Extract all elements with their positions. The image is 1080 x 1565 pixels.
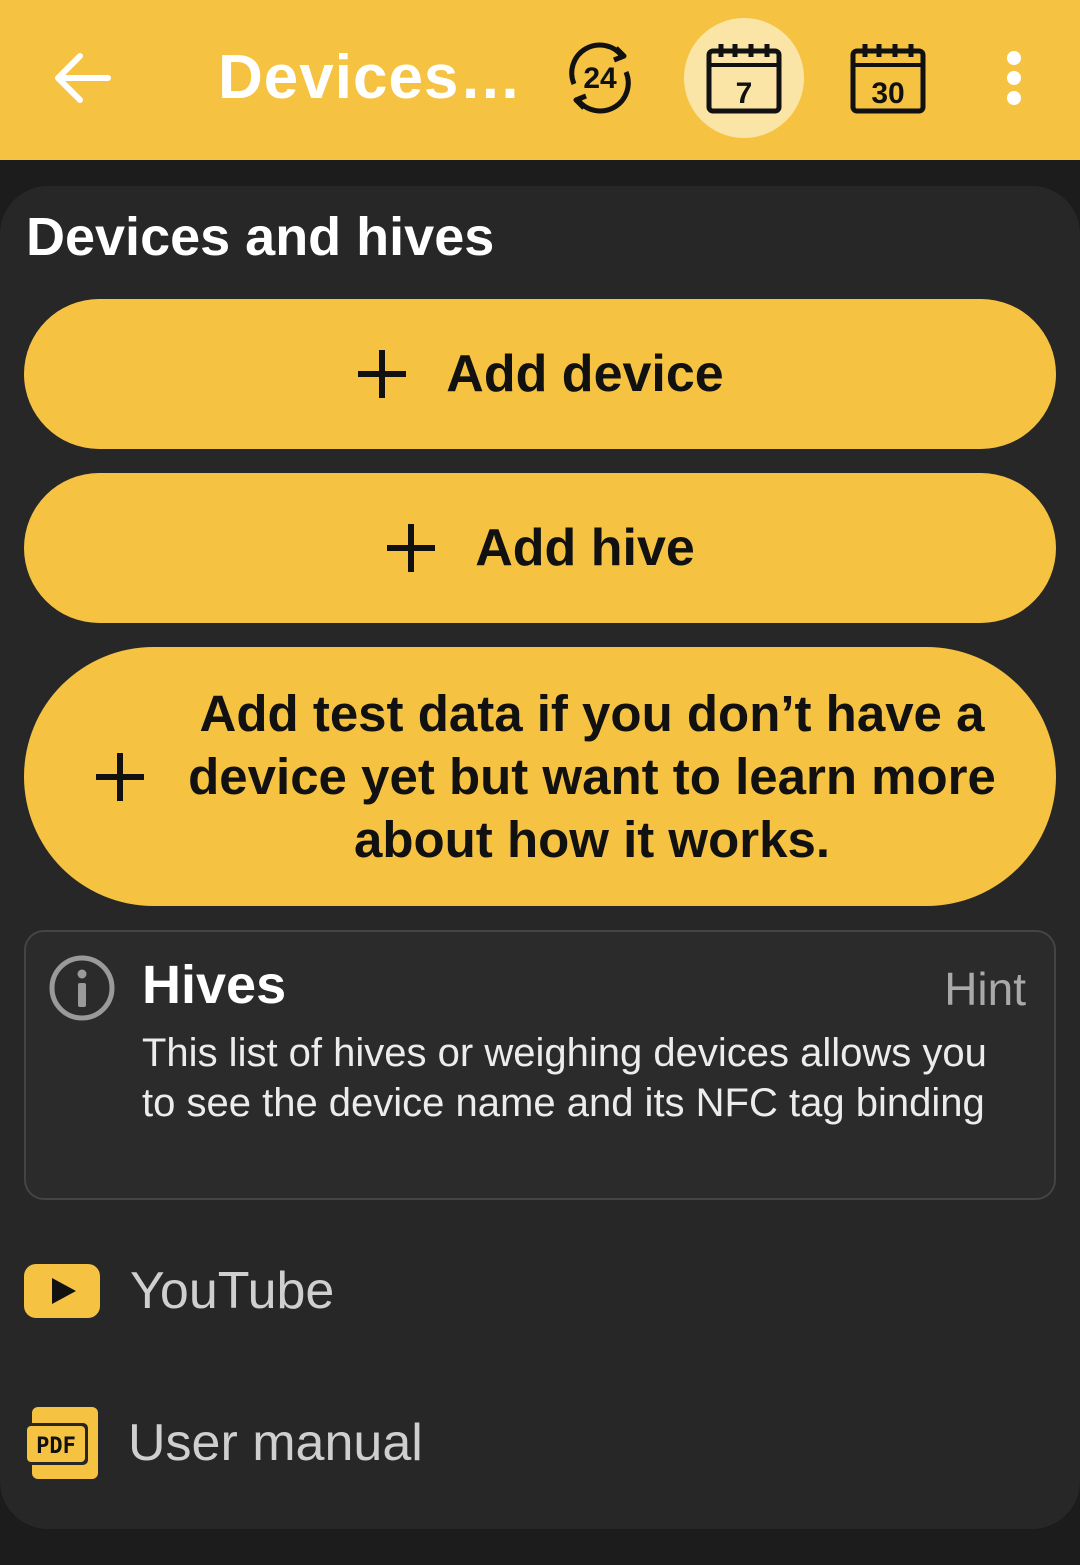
period-7-label: 7 [736, 77, 753, 110]
add-hive-label: Add hive [475, 519, 695, 577]
youtube-link[interactable]: YouTube [24, 1246, 334, 1336]
hint-tag: Hint [944, 963, 1026, 1015]
devices-panel: Devices and hives Add device Add hive Ad… [0, 186, 1080, 1529]
hint-body: This list of hives or weighing devices a… [142, 1031, 987, 1125]
section-title: Devices and hives [26, 207, 495, 267]
add-test-data-button[interactable]: Add test data if you don’t have a device… [24, 647, 1056, 906]
youtube-link-label: YouTube [130, 1262, 335, 1320]
plus-icon [358, 350, 407, 398]
add-test-data-label: Add test data if you don’t have a device… [188, 685, 996, 868]
period-7d-button[interactable]: 7 [684, 18, 804, 138]
period-30d-button[interactable]: 30 [828, 18, 948, 138]
add-device-button[interactable]: Add device [24, 299, 1056, 449]
calendar-7-icon: 7 [706, 44, 782, 114]
user-manual-link-label: User manual [128, 1414, 423, 1472]
user-manual-link[interactable]: PDF User manual [24, 1398, 423, 1488]
back-arrow-icon[interactable] [50, 48, 114, 108]
hint-title: Hives [142, 955, 287, 1015]
more-menu-button[interactable] [954, 18, 1074, 138]
hint-card: Hives Hint This list of hives or weighin… [24, 930, 1056, 1200]
app-bar: Devices… 24 7 30 [0, 0, 1080, 160]
plus-icon [387, 524, 436, 572]
calendar-30-icon: 30 [850, 44, 926, 114]
youtube-icon [24, 1264, 100, 1318]
period-30-label: 30 [871, 77, 904, 110]
period-24-label: 24 [583, 62, 617, 95]
period-24h-button[interactable]: 24 [540, 18, 660, 138]
add-hive-button[interactable]: Add hive [24, 473, 1056, 623]
pdf-badge-text: PDF [36, 1434, 76, 1459]
more-vert-icon [1007, 51, 1021, 105]
info-icon [49, 955, 115, 1021]
refresh-24-icon: 24 [569, 42, 631, 114]
add-device-label: Add device [446, 345, 724, 403]
plus-icon [96, 752, 144, 801]
page-title: Devices… [218, 43, 523, 112]
pdf-file-icon: PDF [24, 1407, 98, 1479]
